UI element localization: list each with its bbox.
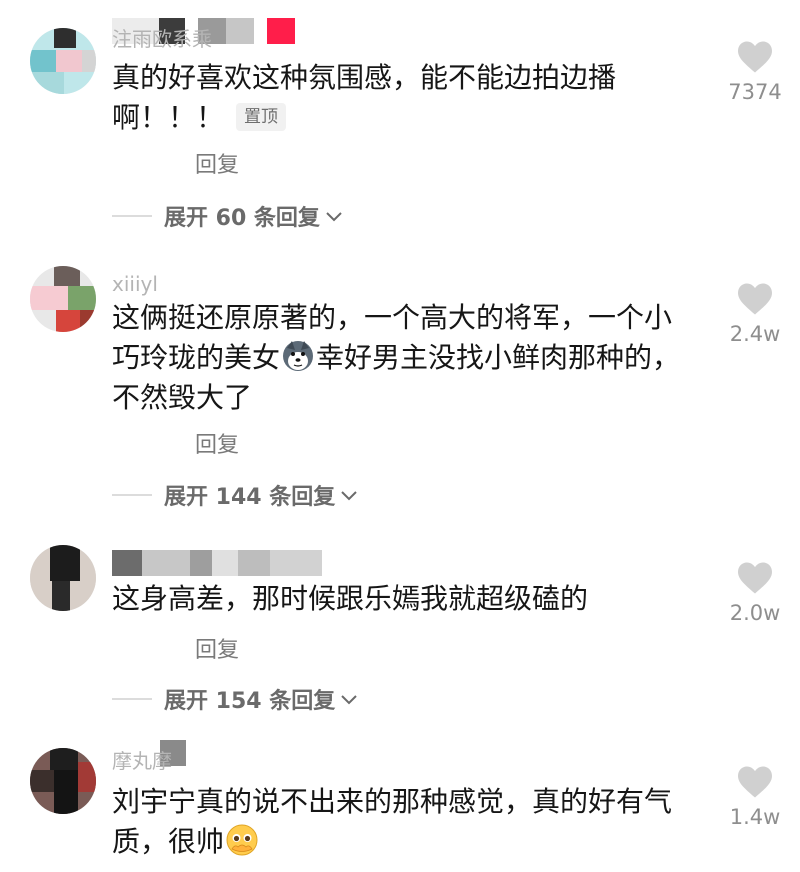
comment-text: 真的好喜欢这种氛围感，能不能边拍边播 啊！！！ 置顶 (112, 58, 702, 138)
heart-icon (738, 283, 772, 315)
avatar[interactable] (30, 545, 96, 611)
avatar[interactable] (30, 266, 96, 332)
divider-line (112, 494, 152, 496)
heart-icon (738, 41, 772, 73)
username[interactable]: 注雨欧系乘 (112, 18, 302, 51)
username-text: xiiiyl (112, 272, 158, 296)
expand-replies-label: 展开 144 条回复 (164, 485, 336, 510)
expand-replies-button[interactable]: 展开 154 条回复 (112, 684, 359, 714)
comment-text: 刘宇宁真的说不出来的那种感觉，真的好有气 质，很帅 (112, 782, 702, 862)
comment-line: 这俩挺还原原著的，一个高大的将军，一个小 (112, 301, 673, 334)
like-count: 2.0w (729, 601, 781, 625)
chevron-down-icon (341, 695, 357, 705)
username-text: 注雨欧系乘 (112, 27, 212, 51)
username[interactable]: xiiiyl (112, 262, 192, 296)
divider-line (112, 215, 152, 217)
expand-replies-label: 展开 154 条回复 (164, 689, 336, 714)
chevron-down-icon (326, 212, 342, 222)
pinned-badge: 置顶 (236, 103, 287, 131)
like-count: 2.4w (729, 322, 781, 346)
expand-replies-button[interactable]: 展开 144 条回复 (112, 480, 359, 510)
expand-replies-label: 展开 60 条回复 (164, 206, 320, 231)
like-button[interactable]: 2.4w (715, 282, 795, 346)
comment-text: 这俩挺还原原著的，一个高大的将军，一个小 巧玲珑的美女 幸好男主没找小鲜肉那种的… (112, 298, 702, 418)
like-button[interactable]: 7374 (715, 40, 795, 104)
reply-button[interactable]: 回复 (195, 147, 239, 179)
comment-line: 不然毁大了 (112, 381, 253, 414)
like-count: 7374 (728, 80, 782, 104)
username-text: 摩丸摩 (112, 749, 172, 773)
like-button[interactable]: 1.4w (715, 765, 795, 829)
heart-icon (738, 766, 772, 798)
avatar[interactable] (30, 28, 96, 94)
comment-line: 啊！！！ (112, 101, 225, 134)
divider-line (112, 698, 152, 700)
chevron-down-icon (341, 491, 357, 501)
husky-dog-emoji (283, 341, 314, 371)
comment-text: 这身高差，那时候跟乐嫣我就超级磕的 (112, 579, 702, 619)
comment-line: 质，很帅 (112, 825, 225, 858)
comment-line: 这身高差，那时候跟乐嫣我就超级磕的 (112, 582, 589, 615)
reply-button[interactable]: 回复 (195, 427, 239, 459)
username[interactable] (112, 550, 342, 580)
username[interactable]: 摩丸摩 (112, 740, 192, 773)
avatar[interactable] (30, 748, 96, 814)
reply-button[interactable]: 回复 (195, 632, 239, 664)
like-button[interactable]: 2.0w (715, 561, 795, 625)
heart-icon (738, 562, 772, 594)
pleading-face-emoji (226, 824, 258, 856)
comment-line: 真的好喜欢这种氛围感，能不能边拍边播 (112, 61, 617, 94)
comment-line: 巧玲珑的美女 (112, 341, 281, 374)
comment-line: 幸好男主没找小鲜肉那种的， (316, 341, 681, 374)
expand-replies-button[interactable]: 展开 60 条回复 (112, 201, 344, 231)
like-count: 1.4w (729, 805, 781, 829)
comment-line: 刘宇宁真的说不出来的那种感觉，真的好有气 (112, 785, 673, 818)
